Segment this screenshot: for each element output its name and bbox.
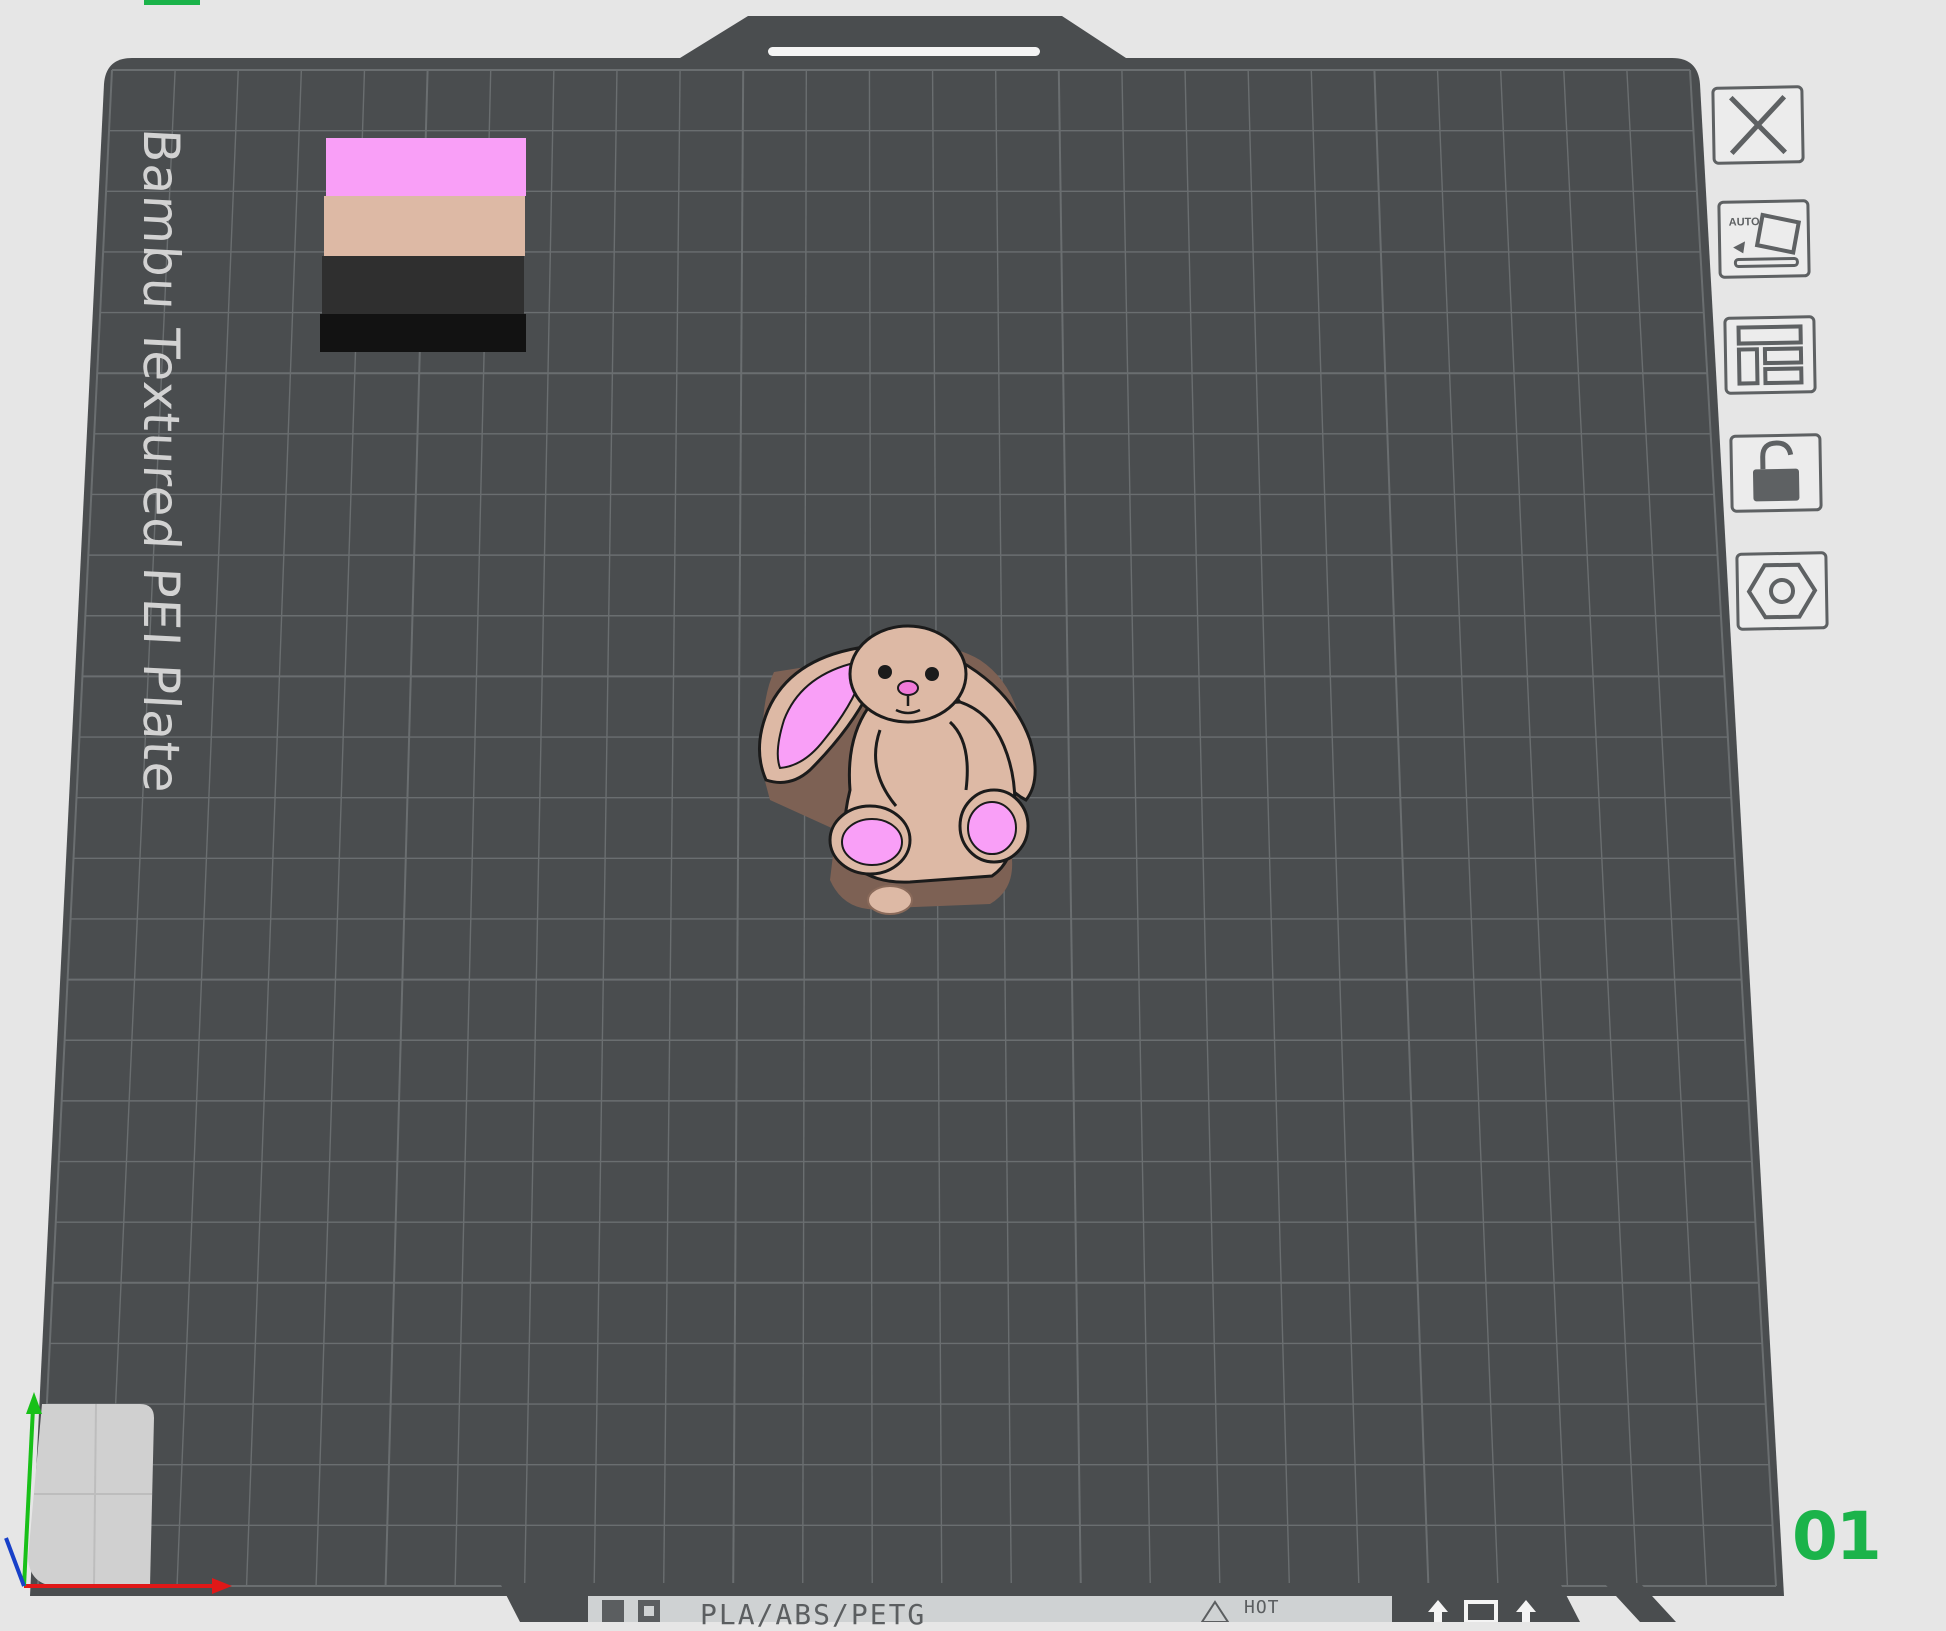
qr-icon-a [602, 1600, 624, 1622]
plate-qr-icons [602, 1600, 660, 1622]
top-indicator [144, 0, 200, 5]
auto-orient-button[interactable]: AUTO [1717, 199, 1811, 279]
qr-icon-b-inner [644, 1606, 654, 1616]
close-icon [1729, 95, 1787, 155]
swatch-black-side [320, 314, 526, 352]
arrange-icon [1736, 324, 1804, 386]
plate-material-text: PLA/ABS/PETG [700, 1598, 927, 1631]
bunny-left-eye [878, 665, 892, 679]
plate-type-label: Bambu Textured PEI Plate [132, 126, 190, 796]
bunny-right-eye [925, 667, 939, 681]
auto-label: AUTO [1729, 216, 1761, 229]
bunny-left-foot-pad [841, 818, 903, 866]
swatch-pink [326, 138, 526, 196]
bunny-head [848, 624, 968, 724]
plate-settings-button[interactable] [1735, 551, 1829, 631]
plate-hot-warning: HOT [1244, 1597, 1280, 1618]
bunny-right-foot-pad [967, 801, 1017, 855]
filament-swatch-cube[interactable] [320, 138, 526, 352]
3d-viewport[interactable] [0, 0, 1946, 1622]
arrange-button[interactable] [1723, 315, 1817, 395]
swatch-black [322, 256, 524, 314]
plate-number: 01 [1792, 1498, 1882, 1575]
warning-triangle-icon [1200, 1600, 1230, 1622]
unlock-icon [1752, 440, 1800, 502]
plate-handle-slot [768, 47, 1040, 56]
bunny-tail [867, 885, 913, 915]
hex-nut-settings-icon [1746, 562, 1818, 620]
swatch-beige [324, 196, 525, 256]
auto-orient-icon: AUTO [1729, 212, 1802, 268]
delete-plate-button[interactable] [1711, 85, 1805, 165]
plate-arrow-icons [1428, 1600, 1536, 1622]
z-axis [4, 1537, 26, 1587]
bunny-nose [897, 680, 919, 696]
lock-plate-button[interactable] [1729, 433, 1823, 513]
